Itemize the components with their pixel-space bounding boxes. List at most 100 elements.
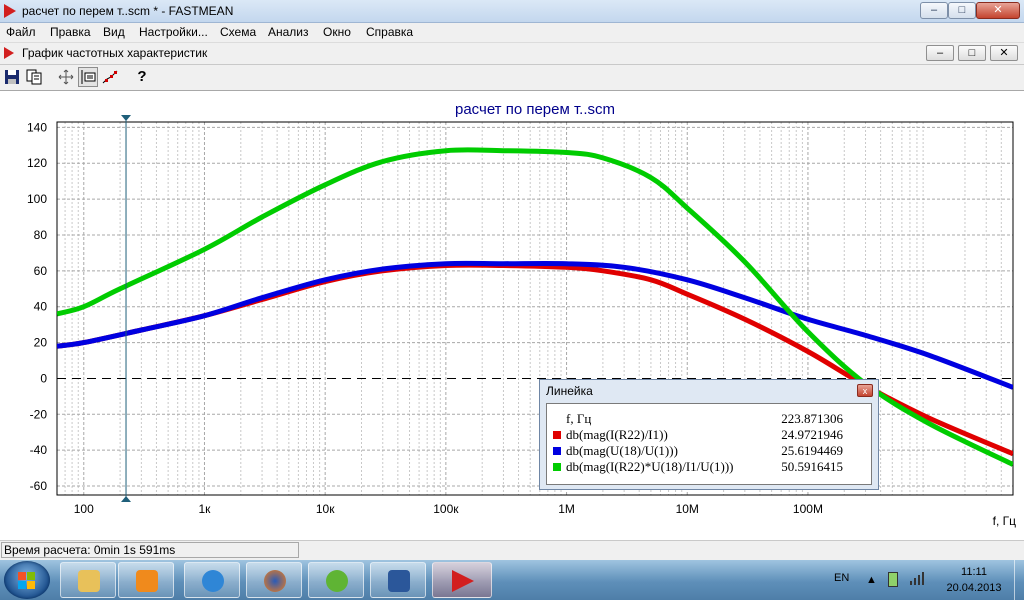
x-tick-label: 10к xyxy=(316,502,335,516)
menu-settings[interactable]: Настройки... xyxy=(139,25,208,39)
firefox-icon xyxy=(264,570,286,592)
battery-icon[interactable] xyxy=(888,572,898,587)
x-tick-label: 100M xyxy=(793,502,823,516)
child-minimize-button[interactable]: – xyxy=(926,45,954,61)
menu-analysis[interactable]: Анализ xyxy=(268,25,309,39)
child-window-title: График частотных характеристик xyxy=(22,46,208,60)
windows-logo-icon xyxy=(18,572,26,580)
utorrent-icon xyxy=(326,570,348,592)
windows-logo-icon xyxy=(27,581,35,589)
maximize-button[interactable]: □ xyxy=(948,2,976,19)
series-line-2 xyxy=(57,260,1013,390)
taskbar-explorer[interactable] xyxy=(60,562,116,598)
internet-explorer-icon xyxy=(202,570,224,592)
y-tick-label: 140 xyxy=(27,120,47,134)
show-desktop-button[interactable] xyxy=(1014,560,1024,600)
menu-bar: Файл Правка Вид Настройки... Схема Анали… xyxy=(0,23,1024,43)
clock-time[interactable]: 11:11 xyxy=(944,566,1004,578)
x-tick-label: 10M xyxy=(676,502,699,516)
menu-window[interactable]: Окно xyxy=(323,25,351,39)
curve-points-icon xyxy=(102,70,118,84)
y-tick-label: 40 xyxy=(34,300,48,314)
series-2-swatch xyxy=(553,447,561,455)
child-window-icon[interactable] xyxy=(4,47,14,59)
ruler-values-panel: f, Гц 223.871306 db(mag(I(R22)/I1)) 24.9… xyxy=(546,403,872,485)
x-tick-label: 100 xyxy=(74,502,94,516)
child-restore-button[interactable]: □ xyxy=(958,45,986,61)
media-player-icon xyxy=(136,570,158,592)
language-indicator[interactable]: EN xyxy=(834,572,849,584)
y-tick-label: -60 xyxy=(30,479,48,493)
y-tick-label: -40 xyxy=(30,443,48,457)
series-3-swatch xyxy=(553,463,561,471)
windows-logo-icon xyxy=(18,581,26,589)
menu-circuit[interactable]: Схема xyxy=(220,25,256,39)
menu-edit[interactable]: Правка xyxy=(50,25,91,39)
floppy-icon xyxy=(5,70,19,84)
ruler-icon xyxy=(81,70,96,84)
ruler-close-button[interactable]: x xyxy=(857,384,873,397)
menu-file[interactable]: Файл xyxy=(6,25,36,39)
fastmean-app-icon[interactable] xyxy=(4,4,16,18)
word-icon xyxy=(388,570,410,592)
ruler-row-value: 24.9721946 xyxy=(781,427,843,442)
ruler-row-name: db(mag(U(18)/U(1))) xyxy=(566,443,678,458)
taskbar-word[interactable] xyxy=(370,562,426,598)
ruler-row-value: 50.5916415 xyxy=(781,459,843,474)
move-arrows-icon xyxy=(58,69,74,85)
x-tick-label: 1к xyxy=(199,502,212,516)
toolbar: ? xyxy=(0,65,1024,91)
start-button[interactable] xyxy=(4,561,50,599)
calc-time-status: Время расчета: 0min 1s 591ms xyxy=(1,542,299,558)
taskbar-utorrent[interactable] xyxy=(308,562,364,598)
ruler-dialog[interactable]: Линейка x f, Гц 223.871306 db(mag(I(R22)… xyxy=(539,379,879,490)
x-axis-label: f, Гц xyxy=(993,514,1017,528)
trace-button[interactable] xyxy=(100,67,120,87)
title-bar: расчет по перем т..scm * - FASTMEAN – □ … xyxy=(0,0,1024,23)
ruler-row-name: db(mag(I(R22)/I1)) xyxy=(566,427,668,442)
folder-icon xyxy=(78,570,100,592)
ruler-tool-button[interactable] xyxy=(78,67,98,87)
window-title: расчет по перем т..scm * - FASTMEAN xyxy=(22,4,234,18)
signal-bars-icon xyxy=(910,572,924,585)
close-button[interactable]: ✕ xyxy=(976,2,1020,19)
y-tick-label: -20 xyxy=(30,407,48,421)
minimize-button[interactable]: – xyxy=(920,2,948,19)
copy-icon xyxy=(26,69,42,85)
cursor-top-marker[interactable] xyxy=(121,115,132,121)
ruler-row-series-3: db(mag(I(R22)*U(18)/I1/U(1))) 50.5916415 xyxy=(547,458,871,476)
pan-button[interactable] xyxy=(56,67,76,87)
y-tick-label: 100 xyxy=(27,192,47,206)
series-1-swatch xyxy=(553,431,561,439)
menu-help[interactable]: Справка xyxy=(366,25,413,39)
ruler-row-value: 223.871306 xyxy=(781,411,843,426)
status-bar: Время расчета: 0min 1s 591ms xyxy=(0,540,1024,560)
y-tick-label: 80 xyxy=(34,228,48,242)
taskbar-internet-explorer[interactable] xyxy=(184,562,240,598)
show-hidden-icons-icon[interactable]: ▲ xyxy=(866,574,877,586)
taskbar-fastmean[interactable] xyxy=(432,562,492,598)
fastmean-icon xyxy=(452,570,474,592)
taskbar: EN ▲ 11:11 20.04.2013 xyxy=(0,560,1024,600)
network-icon[interactable] xyxy=(910,572,924,585)
windows-logo-icon xyxy=(27,572,35,580)
y-tick-label: 0 xyxy=(40,371,47,385)
x-tick-label: 1M xyxy=(558,502,575,516)
help-button[interactable]: ? xyxy=(132,67,152,87)
save-button[interactable] xyxy=(2,67,22,87)
chart-title: расчет по перем т..scm xyxy=(455,101,615,118)
taskbar-firefox[interactable] xyxy=(246,562,302,598)
x-tick-label: 100к xyxy=(433,502,459,516)
ruler-title: Линейка xyxy=(546,384,593,398)
taskbar-media-player[interactable] xyxy=(118,562,174,598)
y-tick-label: 120 xyxy=(27,156,47,170)
copy-button[interactable] xyxy=(24,67,44,87)
clock-date[interactable]: 20.04.2013 xyxy=(940,582,1008,594)
child-window-title-bar: График частотных характеристик – □ ✕ xyxy=(0,43,1024,65)
cursor-bottom-marker[interactable] xyxy=(121,496,132,502)
y-tick-label: 20 xyxy=(34,336,48,350)
child-close-button[interactable]: ✕ xyxy=(990,45,1018,61)
ruler-row-value: 25.6194469 xyxy=(781,443,843,458)
ruler-row-name: f, Гц xyxy=(566,411,592,426)
menu-view[interactable]: Вид xyxy=(103,25,125,39)
